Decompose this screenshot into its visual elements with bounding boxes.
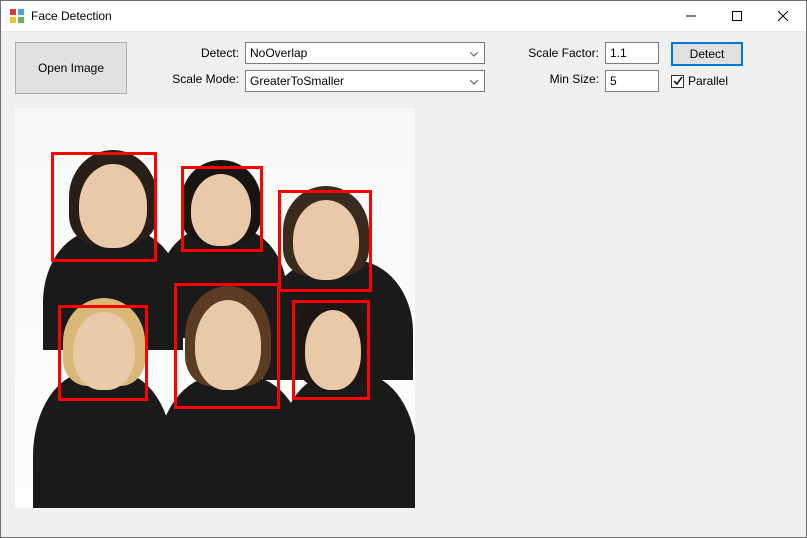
scale-factor-label: Scale Factor:: [499, 46, 599, 60]
parallel-row: Parallel: [671, 74, 728, 88]
titlebar: Face Detection: [1, 1, 806, 32]
scale-mode-combo-value: GreaterToSmaller: [250, 74, 344, 88]
detect-combo-value: NoOverlap: [250, 46, 307, 60]
scale-mode-combo[interactable]: GreaterToSmaller: [245, 70, 485, 92]
app-icon: [9, 8, 25, 24]
detect-button[interactable]: Detect: [671, 42, 743, 66]
inputs-col: [605, 42, 659, 92]
detection-box: [51, 152, 157, 262]
min-size-input[interactable]: [605, 70, 659, 92]
combos-col: NoOverlap GreaterToSmaller: [245, 42, 485, 92]
detection-box: [278, 190, 372, 292]
labels-col-2: Scale Factor: Min Size:: [499, 42, 599, 86]
client-area: Open Image Detect: Scale Mode: NoOverlap…: [1, 32, 806, 537]
parallel-checkbox[interactable]: [671, 75, 684, 88]
minimize-button[interactable]: [668, 1, 714, 31]
detect-combo[interactable]: NoOverlap: [245, 42, 485, 64]
parallel-label: Parallel: [688, 74, 728, 88]
close-icon: [778, 11, 788, 21]
chevron-down-icon: [470, 74, 478, 88]
scale-factor-input[interactable]: [605, 42, 659, 64]
photo-content: [15, 108, 415, 508]
image-display: [15, 108, 415, 508]
app-window: Face Detection Open Image Detect: Scale …: [0, 0, 807, 538]
close-button[interactable]: [760, 1, 806, 31]
detection-box: [174, 283, 280, 409]
scale-mode-label: Scale Mode:: [147, 72, 239, 86]
chevron-down-icon: [470, 46, 478, 60]
detection-box: [58, 305, 148, 401]
controls-row: Open Image Detect: Scale Mode: NoOverlap…: [15, 42, 792, 94]
labels-col-1: Detect: Scale Mode:: [147, 42, 239, 86]
min-size-label: Min Size:: [499, 72, 599, 86]
window-buttons: [668, 1, 806, 31]
detect-label: Detect:: [147, 46, 239, 60]
maximize-icon: [732, 11, 742, 21]
maximize-button[interactable]: [714, 1, 760, 31]
minimize-icon: [686, 11, 696, 21]
detection-box: [181, 166, 263, 252]
detection-box: [292, 300, 370, 400]
check-icon: [673, 76, 683, 86]
right-col: Detect Parallel: [671, 42, 743, 88]
window-title: Face Detection: [31, 9, 668, 23]
open-image-button[interactable]: Open Image: [15, 42, 127, 94]
